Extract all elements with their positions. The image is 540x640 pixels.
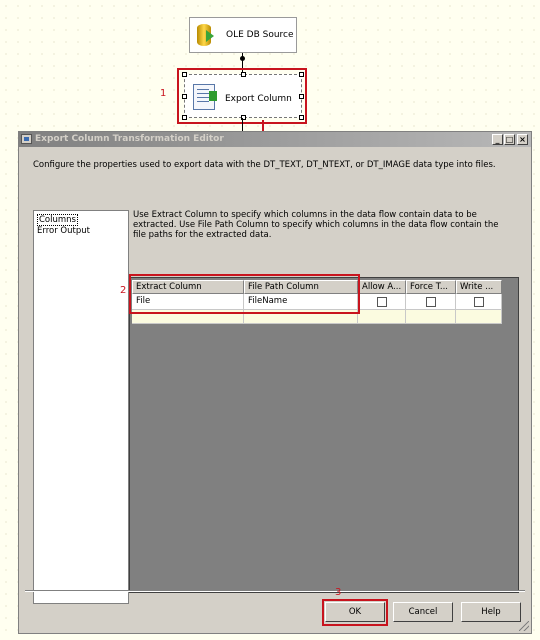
data-path-connector[interactable] xyxy=(242,118,243,131)
ole-db-source-label: OLE DB Source xyxy=(226,30,294,40)
red-path-marker xyxy=(262,120,264,131)
arrow-right-icon xyxy=(206,30,214,42)
nav-item-error-output[interactable]: Error Output xyxy=(37,226,90,236)
window-icon xyxy=(21,134,32,144)
dialog-description: Configure the properties used to export … xyxy=(33,160,496,170)
title-bar[interactable]: Export Column Transformation Editor _ □ … xyxy=(19,132,531,147)
footer-divider xyxy=(25,590,525,592)
new-row-cell[interactable] xyxy=(358,310,406,324)
ole-db-source-node[interactable]: OLE DB Source xyxy=(189,17,297,53)
columns-grid[interactable]: Extract Column File Path Column Allow A.… xyxy=(129,277,519,593)
cell-allow-append xyxy=(358,294,406,310)
column-header-write-bom[interactable]: Write ... xyxy=(456,280,502,294)
minimize-button[interactable]: _ xyxy=(492,134,503,145)
cell-write-bom xyxy=(456,294,502,310)
annotation-box-1 xyxy=(177,68,307,124)
annotation-label-3: 3 xyxy=(335,587,342,598)
column-header-force-truncate[interactable]: Force T... xyxy=(406,280,456,294)
column-header-allow-append[interactable]: Allow A... xyxy=(358,280,406,294)
nav-item-columns[interactable]: Columns xyxy=(37,214,78,226)
instructions-text: Use Extract Column to specify which colu… xyxy=(133,210,499,240)
allow-append-checkbox[interactable] xyxy=(377,297,387,307)
help-button[interactable]: Help xyxy=(461,602,521,622)
write-bom-checkbox[interactable] xyxy=(474,297,484,307)
new-row-cell[interactable] xyxy=(406,310,456,324)
annotation-label-2: 2 xyxy=(120,285,127,296)
annotation-box-2 xyxy=(129,274,360,314)
close-button[interactable]: × xyxy=(517,134,528,145)
annotation-label-1: 1 xyxy=(160,88,167,99)
force-truncate-checkbox[interactable] xyxy=(426,297,436,307)
export-column-editor-dialog: Export Column Transformation Editor _ □ … xyxy=(18,131,532,634)
maximize-button[interactable]: □ xyxy=(504,134,515,145)
cell-force-truncate xyxy=(406,294,456,310)
new-row-cell[interactable] xyxy=(456,310,502,324)
cancel-button[interactable]: Cancel xyxy=(393,602,453,622)
page-navigation: Columns Error Output xyxy=(33,210,129,604)
resize-grip-icon[interactable] xyxy=(519,621,529,631)
annotation-box-3 xyxy=(322,599,388,626)
dialog-title: Export Column Transformation Editor xyxy=(35,134,224,144)
connector-dot xyxy=(240,56,245,61)
